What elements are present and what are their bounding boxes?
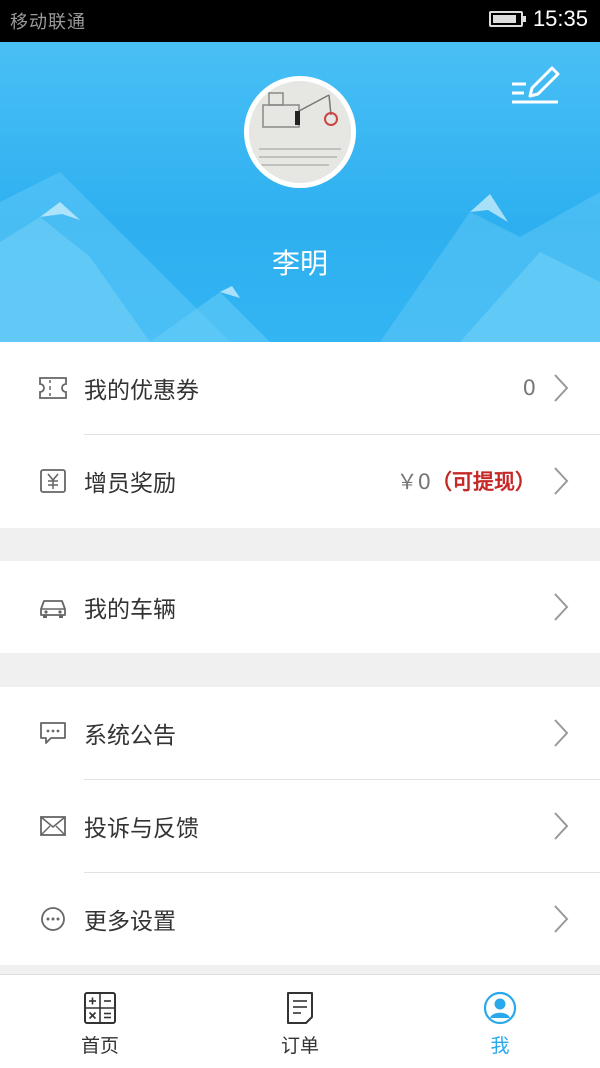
tab-home[interactable]: 首页 [0,975,200,1068]
reward-value-group: ￥0（可提现） [397,466,536,496]
chevron-right-icon [554,593,569,621]
tab-orders-label: 订单 [280,1035,319,1057]
settings-label: 更多设置 [84,909,176,935]
edit-profile-icon[interactable] [510,62,564,112]
bottom-tab-bar: 首页 订单 我 [0,974,600,1068]
calculator-grid-icon [84,992,116,1024]
chevron-right-icon [554,719,569,747]
carrier-text: 移动联通 [10,12,86,33]
avatar[interactable] [244,76,356,188]
notice-row[interactable]: 系统公告 [0,687,600,779]
chevron-right-icon [554,812,569,840]
profile-header: 李明 [0,42,600,342]
tab-me[interactable]: 我 [400,975,600,1068]
tab-me-label: 我 [490,1035,510,1057]
feedback-label: 投诉与反馈 [84,816,199,842]
car-icon [40,600,66,618]
reward-label: 增员奖励 [84,471,176,497]
user-icon [483,991,517,1025]
battery-icon [488,11,526,27]
status-indicators: 15:35 [488,6,588,32]
tab-orders[interactable]: 订单 [200,975,400,1068]
more-section: 系统公告 投诉与反馈 更多设置 [0,687,600,965]
chevron-right-icon [554,905,569,933]
reward-receipt-icon [40,469,66,493]
chevron-right-icon [554,467,569,495]
document-icon [287,992,313,1024]
coupon-icon [39,377,67,399]
coupons-label: 我的优惠券 [84,378,199,404]
reward-row[interactable]: 增员奖励 ￥0（可提现） [0,435,600,527]
avatar-image [249,81,351,183]
chevron-right-icon [554,374,569,402]
more-dots-icon [41,907,65,931]
settings-row[interactable]: 更多设置 [0,873,600,965]
battery-level [492,15,517,23]
vehicle-label: 我的车辆 [84,597,176,623]
user-name: 李明 [271,247,328,280]
message-bubble-icon [40,722,66,744]
tab-home-label: 首页 [80,1035,119,1057]
feedback-row[interactable]: 投诉与反馈 [0,780,600,872]
coupons-row[interactable]: 我的优惠券 0 [0,342,600,434]
coupons-count: 0 [522,376,536,400]
envelope-icon [40,816,66,836]
withdraw-hint[interactable]: （可提现） [431,470,536,494]
vehicle-row[interactable]: 我的车辆 [0,561,600,653]
clock: 15:35 [532,6,588,31]
status-bar: 移动联通 15:35 [0,0,600,42]
notice-label: 系统公告 [84,723,176,749]
reward-amount: ￥0 [396,470,431,494]
vehicle-section: 我的车辆 [0,561,600,653]
wallet-section: 我的优惠券 0 增员奖励 ￥0（可提现） [0,342,600,528]
